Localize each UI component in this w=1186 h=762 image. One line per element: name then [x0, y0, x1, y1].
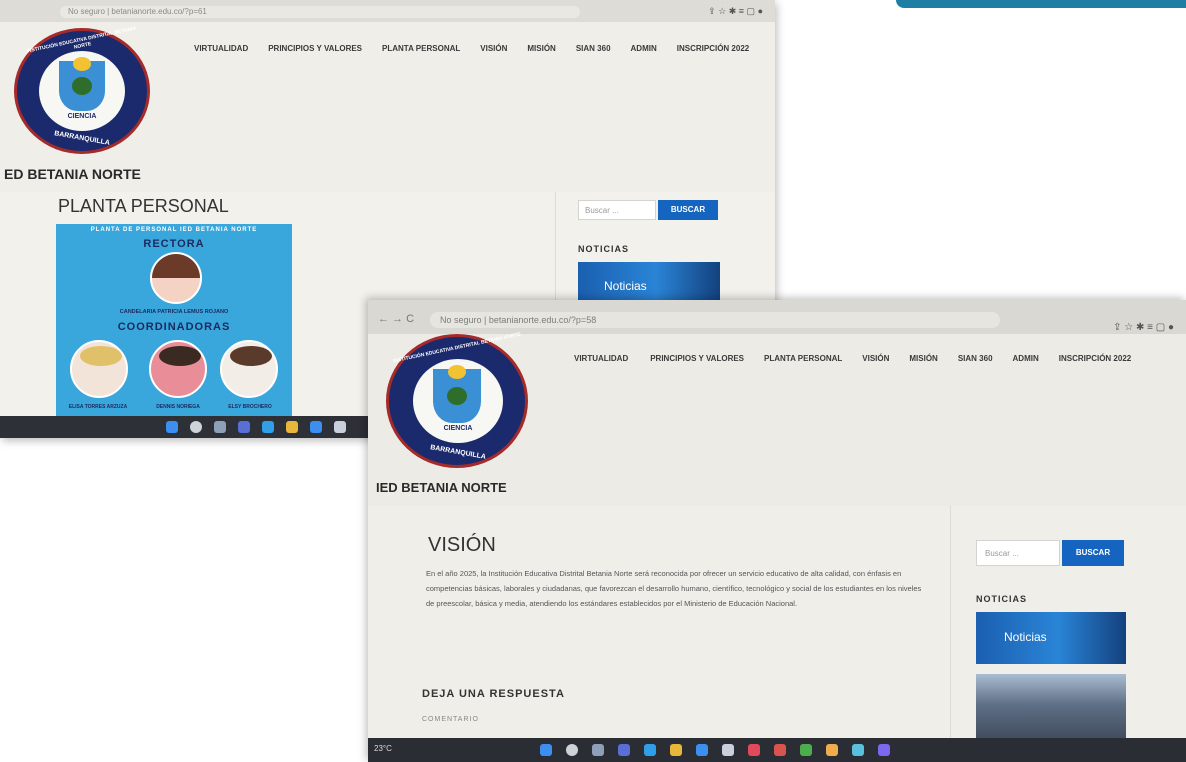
search-button[interactable]: BUSCAR	[1062, 540, 1124, 566]
nav-item-principios[interactable]: PRINCIPIOS Y VALORES	[650, 354, 744, 363]
taskbar-app-icon[interactable]	[800, 744, 812, 756]
nav-item-admin[interactable]: ADMIN	[631, 44, 657, 53]
widget-title-noticias: NOTICIAS	[578, 244, 630, 254]
logo-bottom-text: BARRANQUILLA	[429, 444, 487, 461]
coordinator-photo	[149, 340, 207, 398]
nav-item-planta[interactable]: PLANTA PERSONAL	[382, 44, 460, 53]
news-banner-label: Noticias	[1004, 630, 1047, 644]
browser-icons: ⇪ ☆ ✱ ≡ ▢ ●	[1113, 322, 1174, 333]
coordinator-name: DENNIS NORIEGA	[156, 404, 200, 410]
windows-taskbar: 23°C	[368, 738, 1186, 762]
search-input[interactable]: Buscar ...	[976, 540, 1060, 566]
school-logo[interactable]: CIENCIA BARRANQUILLA INSTITUCIÓN EDUCATI…	[386, 331, 528, 468]
main-nav: VIRTUALIDAD PRINCIPIOS Y VALORES PLANTA …	[194, 44, 749, 53]
taskbar-app-icon[interactable]	[238, 421, 250, 433]
weather-temp[interactable]: 23°C	[374, 744, 392, 753]
taskbar-app-icon[interactable]	[696, 744, 708, 756]
news-banner[interactable]: Noticias	[976, 612, 1126, 664]
search-icon[interactable]	[190, 421, 202, 433]
poster-section-coordinadoras: COORDINADORAS	[117, 321, 231, 333]
widget-title-noticias: NOTICIAS	[976, 594, 1028, 604]
taskbar-app-icon[interactable]	[826, 744, 838, 756]
coordinator-name: ELISA TORRES ARZUZA	[68, 404, 128, 410]
taskbar-app-icon[interactable]	[592, 744, 604, 756]
logo-banner-text: CIENCIA	[67, 113, 97, 120]
content-area: VISIÓN En el año 2025, la Institución Ed…	[368, 506, 1186, 742]
site-name[interactable]: IED BETANIA NORTE	[376, 480, 507, 495]
vision-text: En el año 2025, la Institución Educativa…	[426, 569, 922, 608]
nav-item-vision[interactable]: VISIÓN	[480, 44, 507, 53]
nav-item-sian[interactable]: SIAN 360	[576, 44, 611, 53]
nav-item-mision[interactable]: MISIÓN	[527, 44, 555, 53]
page-title: VISIÓN	[428, 534, 496, 556]
photo-vision: ← → C No seguro | betanianorte.edu.co/?p…	[368, 300, 1186, 762]
poster-section-rectora: RECTORA	[143, 238, 205, 250]
site-header: CIENCIA BARRANQUILLA INSTITUCIÓN EDUCATI…	[0, 22, 775, 192]
browser-nav-buttons[interactable]: ← → C	[378, 313, 414, 325]
taskbar-app-icon[interactable]	[334, 421, 346, 433]
search-icon[interactable]	[566, 744, 578, 756]
taskbar-app-icon[interactable]	[262, 421, 274, 433]
search-input[interactable]: Buscar ...	[578, 200, 656, 220]
taskbar-app-icon[interactable]	[852, 744, 864, 756]
nav-item-inscripcion[interactable]: INSCRIPCIÓN 2022	[677, 44, 749, 53]
taskbar-app-icon[interactable]	[618, 744, 630, 756]
rectora-name: CANDELARIA PATRICIA LEMUS ROJANO	[119, 309, 229, 315]
nav-item-vision[interactable]: VISIÓN	[862, 354, 889, 363]
site-name[interactable]: ED BETANIA NORTE	[4, 166, 141, 182]
page-title: PLANTA PERSONAL	[58, 196, 229, 216]
taskbar-app-icon[interactable]	[748, 744, 760, 756]
school-logo[interactable]: CIENCIA BARRANQUILLA INSTITUCIÓN EDUCATI…	[14, 26, 150, 154]
nav-item-mision[interactable]: MISIÓN	[909, 354, 937, 363]
taskbar-app-icon[interactable]	[310, 421, 322, 433]
comment-label: COMENTARIO	[422, 716, 479, 723]
reply-title: DEJA UNA RESPUESTA	[422, 688, 565, 700]
poster-header: PLANTA DE PERSONAL IED BETANIA NORTE	[90, 227, 258, 233]
coordinator-photo	[220, 340, 278, 398]
sidebar-divider	[950, 506, 951, 742]
search-button[interactable]: BUSCAR	[658, 200, 718, 220]
staff-poster[interactable]: PLANTA DE PERSONAL IED BETANIA NORTE REC…	[56, 224, 292, 416]
windows-start-icon[interactable]	[166, 421, 178, 433]
taskbar-app-icon[interactable]	[774, 744, 786, 756]
nav-item-virtualidad[interactable]: VIRTUALIDAD	[574, 354, 628, 363]
taskbar-app-icon[interactable]	[286, 421, 298, 433]
nav-item-virtualidad[interactable]: VIRTUALIDAD	[194, 44, 248, 53]
taskbar-app-icon[interactable]	[670, 744, 682, 756]
taskbar-app-icon[interactable]	[644, 744, 656, 756]
nav-item-planta[interactable]: PLANTA PERSONAL	[764, 354, 842, 363]
taskbar-app-icon[interactable]	[214, 421, 226, 433]
browser-chrome: No seguro | betanianorte.edu.co/?p=61 ⇪ …	[0, 0, 775, 22]
browser-chrome: ← → C No seguro | betanianorte.edu.co/?p…	[368, 300, 1186, 334]
main-nav: VIRTUALIDAD PRINCIPIOS Y VALORES PLANTA …	[574, 354, 1131, 363]
nav-item-admin[interactable]: ADMIN	[1013, 354, 1039, 363]
taskbar-app-icon[interactable]	[878, 744, 890, 756]
address-bar[interactable]: No seguro | betanianorte.edu.co/?p=58	[430, 312, 1000, 328]
news-banner-label: Noticias	[604, 279, 647, 293]
logo-banner-text: CIENCIA	[443, 425, 473, 432]
corner-accent	[896, 0, 1186, 8]
address-bar[interactable]: No seguro | betanianorte.edu.co/?p=61	[60, 6, 580, 18]
nav-item-sian[interactable]: SIAN 360	[958, 354, 993, 363]
taskbar-app-icon[interactable]	[722, 744, 734, 756]
coordinator-photo	[70, 340, 128, 398]
browser-icons: ⇪ ☆ ✱ ≡ ▢ ●	[708, 6, 763, 16]
news-photo[interactable]	[976, 674, 1126, 742]
site-header: CIENCIA BARRANQUILLA INSTITUCIÓN EDUCATI…	[368, 331, 1186, 506]
coordinator-name: ELSY BROCHERO	[228, 404, 272, 410]
rectora-photo	[150, 252, 202, 304]
windows-start-icon[interactable]	[540, 744, 552, 756]
nav-item-inscripcion[interactable]: INSCRIPCIÓN 2022	[1059, 354, 1131, 363]
nav-item-principios[interactable]: PRINCIPIOS Y VALORES	[268, 44, 362, 53]
